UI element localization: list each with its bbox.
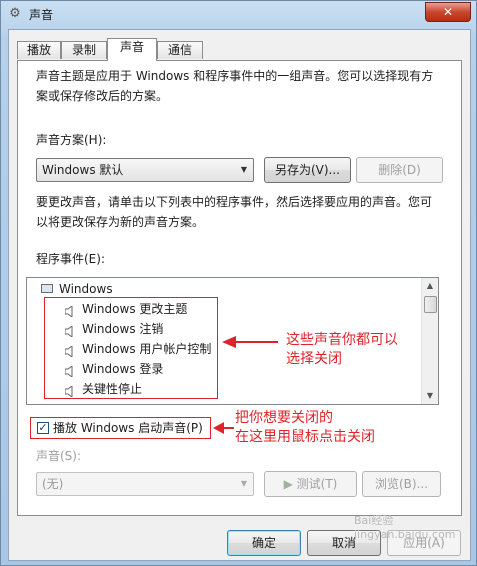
play-icon: ▶ bbox=[283, 477, 297, 491]
close-icon: ✕ bbox=[442, 5, 454, 19]
scroll-up-icon[interactable]: ▲ bbox=[422, 278, 438, 294]
annotation-text-checkbox-line2: 在这里用鼠标点击关闭 bbox=[235, 429, 375, 445]
test-button[interactable]: ▶ 测试(T) bbox=[264, 471, 357, 497]
tab-sounds[interactable]: 声音 bbox=[107, 38, 157, 61]
change-text-line2: 以将更改保存为新的声音方案。 bbox=[36, 215, 205, 229]
browse-button[interactable]: 浏览(B)... bbox=[362, 471, 441, 497]
scroll-thumb[interactable] bbox=[424, 296, 437, 313]
scheme-select[interactable]: Windows 默认 ▼ bbox=[36, 158, 254, 182]
change-text-line1: 要更改声音，请单击以下列表中的程序事件，然后选择要应用的声音。您可 bbox=[36, 195, 433, 209]
highlight-box-events bbox=[44, 297, 218, 399]
annotation-text-list-line1: 这些声音你都可以 bbox=[286, 332, 398, 348]
sound-label: 声音(S): bbox=[36, 449, 82, 463]
annotation-text-list-line2: 选择关闭 bbox=[286, 351, 342, 367]
tab-recording[interactable]: 录制 bbox=[61, 41, 107, 59]
list-group-label: Windows bbox=[59, 282, 113, 296]
annotation-text-checkbox-line1: 把你想要关闭的 bbox=[235, 410, 333, 426]
ok-button[interactable]: 确定 bbox=[227, 530, 301, 556]
startup-sound-label[interactable]: 播放 Windows 启动声音(P) bbox=[53, 418, 203, 438]
intro-text-line1: 声音主题是应用于 Windows 和程序事件中的一组声音。您可以选择现有方 bbox=[36, 69, 434, 83]
scheme-label: 声音方案(H): bbox=[36, 133, 107, 147]
delete-button[interactable]: 删除(D) bbox=[356, 157, 443, 183]
scheme-select-value: Windows 默认 bbox=[42, 163, 124, 177]
events-label: 程序事件(E): bbox=[36, 252, 105, 266]
tab-communications[interactable]: 通信 bbox=[157, 41, 203, 59]
scroll-down-icon[interactable]: ▼ bbox=[422, 388, 438, 404]
speaker-icon: ⚙ bbox=[9, 6, 21, 21]
window-title: 声音 bbox=[29, 8, 54, 22]
chevron-down-icon: ▼ bbox=[240, 479, 247, 488]
tab-playback[interactable]: 播放 bbox=[17, 41, 61, 59]
chevron-down-icon: ▼ bbox=[240, 165, 247, 174]
test-button-label: 测试(T) bbox=[296, 477, 338, 491]
intro-text-line2: 案或保存修改后的方案。 bbox=[36, 89, 169, 103]
list-scrollbar[interactable]: ▲ ▼ bbox=[421, 278, 438, 404]
save-as-button[interactable]: 另存为(V)... bbox=[264, 157, 351, 183]
sound-select[interactable]: (无) ▼ bbox=[36, 472, 254, 496]
annotation-arrow-checkbox bbox=[213, 422, 234, 434]
annotation-arrow-list bbox=[222, 336, 278, 348]
title-bar[interactable]: ⚙ 声音 ✕ bbox=[1, 1, 476, 27]
close-button[interactable]: ✕ bbox=[425, 2, 471, 22]
watermark: Bai经验 jingyan.baidu.com bbox=[354, 514, 456, 541]
startup-sound-checkbox[interactable]: ✓ bbox=[37, 422, 49, 434]
window-icon bbox=[41, 284, 53, 293]
sound-select-value: (无) bbox=[42, 477, 64, 491]
